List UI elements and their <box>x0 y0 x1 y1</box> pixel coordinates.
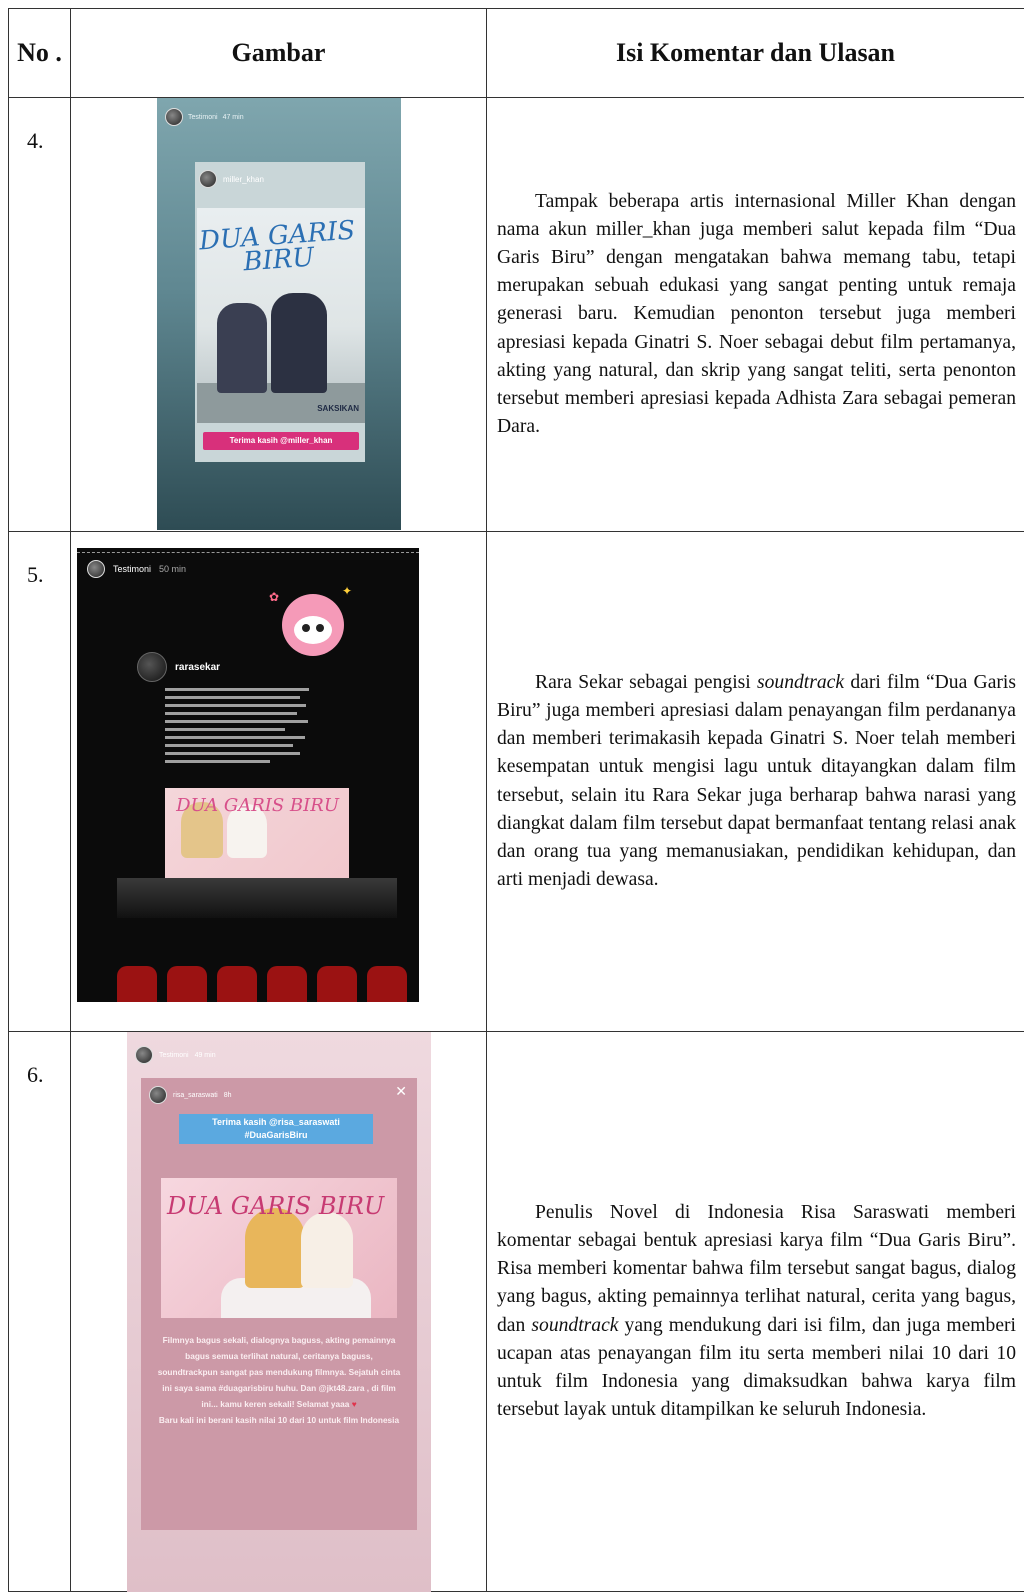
avatar <box>149 1086 167 1104</box>
repost-user: risa_saraswati 8h <box>149 1086 232 1104</box>
repost-username: risa_saraswati <box>173 1091 218 1099</box>
header-gambar: Gambar <box>70 8 487 98</box>
table-row: 5. Testimoni 50 min ✦ ✿ rarasekar DUA GA… <box>8 531 1024 1032</box>
movie-poster: DUA GARIS BIRU SAKSIKAN <box>197 208 365 423</box>
poster-person <box>217 303 267 393</box>
instagram-story-screenshot: Testimoni 47 min miller_khan DUA GARIS B… <box>157 98 401 530</box>
story-time: 47 min <box>222 113 244 121</box>
movie-poster: DUA GARIS BIRU <box>161 1178 397 1318</box>
heart-icon: ♥ <box>351 1399 357 1409</box>
fox-sticker-icon <box>282 594 344 656</box>
repost-user: miller_khan <box>199 170 264 188</box>
avatar <box>137 652 167 682</box>
row-number: 6. <box>8 1031 71 1592</box>
story-account: Testimoni <box>159 1051 189 1059</box>
poster-title: DUA GARIS BIRU <box>176 795 339 816</box>
poster-title: DUA GARIS BIRU <box>198 215 357 278</box>
repost-username: rarasekar <box>175 661 221 673</box>
story-time: 50 min <box>159 564 187 574</box>
story-header: Testimoni 50 min <box>87 560 186 578</box>
repost-user: rarasekar <box>137 652 220 682</box>
header-isi: Isi Komentar dan Ulasan <box>486 8 1024 98</box>
header-no: No . <box>8 8 71 98</box>
story-header: Testimoni 49 min <box>135 1046 216 1064</box>
close-icon: ✕ <box>395 1084 407 1100</box>
progress-bar <box>77 552 419 553</box>
comment-text-cell: Rara Sekar sebagai pengisi soundtrack da… <box>486 531 1024 1032</box>
story-caption: Filmnya bagus sekali, dialognya baguss, … <box>157 1335 401 1425</box>
comment-text: Tampak beberapa artis internasional Mill… <box>497 190 1016 438</box>
comment-text-cell: Penulis Novel di Indonesia Risa Saraswat… <box>486 1031 1024 1592</box>
table-header-row: No . Gambar Isi Komentar dan Ulasan <box>8 8 1024 98</box>
story-caption: Terima kasih @miller_khan <box>203 432 359 450</box>
image-cell: Testimoni 50 min ✦ ✿ rarasekar DUA GARIS… <box>70 531 487 1032</box>
poster-title: DUA GARIS BIRU <box>167 1192 385 1220</box>
image-cell: Testimoni 47 min miller_khan DUA GARIS B… <box>70 97 487 532</box>
hashtag-line: #DuaGarisBiru <box>244 1130 308 1140</box>
audience <box>117 878 397 918</box>
thanks-banner: Terima kasih @risa_saraswati #DuaGarisBi… <box>179 1114 373 1144</box>
cinema-screen: DUA GARIS BIRU <box>165 788 349 888</box>
instagram-story-screenshot: Testimoni 50 min ✦ ✿ rarasekar DUA GARIS… <box>77 548 419 1002</box>
poster-brand: SAKSIKAN <box>317 404 359 413</box>
story-account: Testimoni <box>188 113 218 121</box>
avatar <box>165 108 183 126</box>
story-time: 49 min <box>194 1051 216 1059</box>
sparkle-icon: ✦ <box>342 584 353 598</box>
comment-text: Rara Sekar sebagai pengisi soundtrack da… <box>497 671 1016 891</box>
avatar <box>87 560 105 578</box>
row-number: 5. <box>8 531 71 1032</box>
story-account: Testimoni <box>113 564 152 574</box>
repost-username: miller_khan <box>223 174 264 184</box>
thanks-line: Terima kasih @risa_saraswati <box>212 1117 340 1127</box>
instagram-story-screenshot: Testimoni 49 min risa_saraswati 8h ✕ Ter… <box>127 1032 431 1592</box>
repost-time: 8h <box>223 1091 232 1099</box>
poster-person <box>271 293 327 393</box>
comment-text-cell: Tampak beberapa artis internasional Mill… <box>486 97 1024 532</box>
table-row: 6. Testimoni 49 min risa_saraswati 8h ✕ … <box>8 1031 1024 1592</box>
poster-person <box>245 1208 305 1288</box>
comment-text: Penulis Novel di Indonesia Risa Saraswat… <box>497 1201 1016 1421</box>
story-header: Testimoni 47 min <box>165 108 244 126</box>
avatar <box>135 1046 153 1064</box>
cinema-seats <box>117 940 417 1002</box>
sparkle-icon: ✿ <box>269 590 280 604</box>
comment-table: No . Gambar Isi Komentar dan Ulasan 4. T… <box>8 8 1024 1592</box>
image-cell: Testimoni 49 min risa_saraswati 8h ✕ Ter… <box>70 1031 487 1592</box>
row-number: 4. <box>8 97 71 532</box>
poster-person <box>301 1212 353 1288</box>
table-row: 4. Testimoni 47 min miller_khan DUA GARI… <box>8 97 1024 532</box>
repost-text-lines <box>165 688 315 768</box>
avatar <box>199 170 217 188</box>
